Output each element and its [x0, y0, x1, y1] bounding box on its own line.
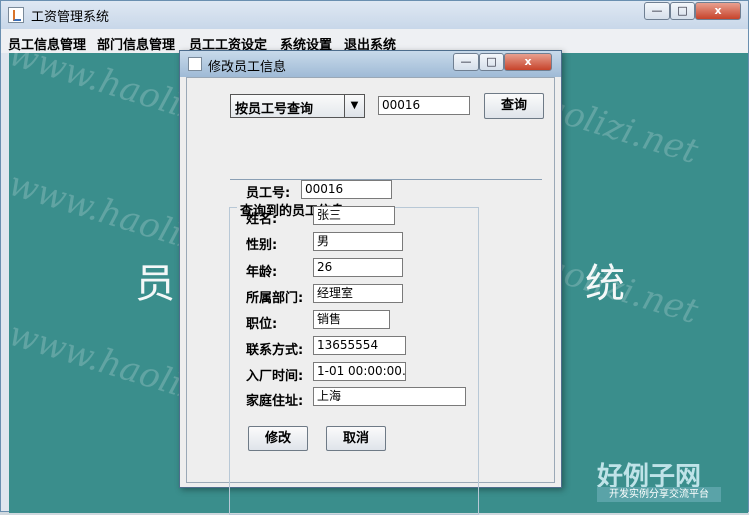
dialog-title-bar: 修改员工信息 — □ x — [180, 51, 561, 77]
main-window: 工资管理系统 — □ x 员工信息管理 部门信息管理 员工工资设定 系统设置 退… — [0, 0, 749, 515]
dialog-close-button[interactable]: x — [504, 53, 552, 71]
position-field[interactable]: 销售 — [313, 310, 390, 329]
employee-id-label: 员工号: — [246, 186, 291, 201]
modify-employee-dialog: 修改员工信息 — □ x 按员工号查询 ▼ 00016 查询 查询到的员工信息 … — [179, 50, 562, 515]
name-label: 姓名: — [246, 212, 278, 227]
background-char-left: 员 — [135, 261, 175, 307]
dialog-maximize-button[interactable]: □ — [479, 53, 504, 71]
search-mode-select[interactable]: 按员工号查询 ▼ — [230, 94, 365, 118]
modify-button[interactable]: 修改 — [248, 426, 308, 451]
search-mode-value: 按员工号查询 — [235, 102, 314, 117]
contact-field[interactable]: 13655554 — [313, 336, 406, 355]
title-bar: 工资管理系统 — □ x — [1, 1, 748, 29]
position-label: 职位: — [246, 317, 278, 332]
java-app-icon — [8, 7, 24, 23]
gender-field[interactable]: 男 — [313, 232, 403, 251]
contact-label: 联系方式: — [246, 343, 304, 358]
age-field[interactable]: 26 — [313, 258, 403, 277]
department-field[interactable]: 经理室 — [313, 284, 403, 303]
dialog-title: 修改员工信息 — [208, 60, 287, 75]
window-title: 工资管理系统 — [31, 10, 110, 25]
maximize-button[interactable]: □ — [670, 2, 695, 20]
gender-label: 性别: — [246, 238, 278, 253]
dialog-minimize-button[interactable]: — — [453, 53, 479, 71]
close-button[interactable]: x — [695, 2, 741, 20]
employee-info-group — [229, 207, 479, 515]
chevron-down-icon[interactable]: ▼ — [344, 95, 364, 117]
address-field[interactable]: 上海 — [313, 387, 466, 406]
employee-id-field[interactable]: 00016 — [301, 180, 392, 199]
hire-date-field[interactable]: 1-01 00:00:00.0 — [313, 362, 406, 381]
cancel-button[interactable]: 取消 — [326, 426, 386, 451]
minimize-button[interactable]: — — [644, 2, 670, 20]
search-button[interactable]: 查询 — [484, 93, 544, 119]
java-app-icon — [188, 57, 202, 71]
logo-subtitle: 开发实例分享交流平台 — [597, 487, 721, 502]
name-field[interactable]: 张三 — [313, 206, 395, 225]
department-label: 所属部门: — [246, 291, 304, 306]
menu-department-info[interactable]: 部门信息管理 — [97, 34, 175, 53]
age-label: 年龄: — [246, 265, 278, 280]
address-label: 家庭住址: — [246, 394, 304, 409]
search-input[interactable]: 00016 — [378, 96, 470, 115]
hire-date-label: 入厂时间: — [246, 369, 304, 384]
